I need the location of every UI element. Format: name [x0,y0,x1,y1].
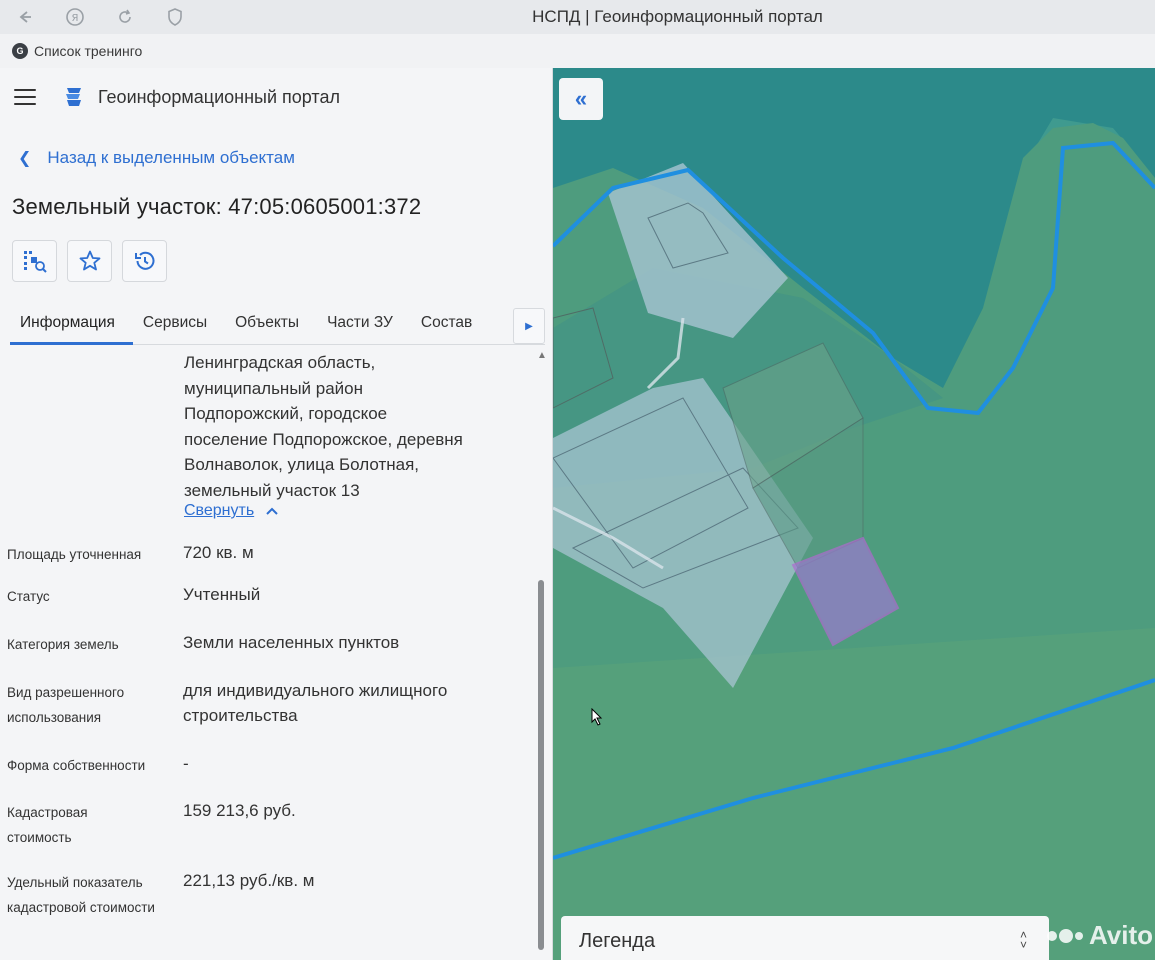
browser-toolbar: Я НСПД | Геоинформационный портал [0,0,1155,34]
tab-objects[interactable]: Объекты [225,308,317,345]
select-on-map-button[interactable] [12,240,57,282]
action-buttons [12,240,167,282]
scroll-up-icon[interactable]: ▲ [537,350,547,361]
address-line: Волнаволок, улица Болотная, [184,455,419,474]
bookmark-item[interactable]: Список тренинго [34,43,142,59]
address-line: земельный участок 13 [184,480,360,500]
status-label: Статус [7,589,50,604]
info-panel: Геоинформационный портал ❮ Назад к выдел… [0,68,553,960]
avito-logo-icon [1047,928,1083,943]
ownership-label: Форма собственности [7,758,146,773]
favorite-button[interactable] [67,240,112,282]
cadastral-value: 159 213,6 руб. [183,801,296,820]
area-value: 720 кв. м [183,543,254,562]
permitted-use-label: Вид разрешенного использования [7,685,125,725]
unit-cost-label: Удельный показатель кадастровой стоимост… [7,875,155,915]
object-title: Земельный участок: 47:05:0605001:372 [12,194,422,219]
portal-logo-icon [66,88,81,106]
address-line: Ленинградская область, [184,353,376,372]
area-label: Площадь уточненная [7,547,142,562]
history-icon [134,251,154,270]
permitted-use-value: для индивидуального жилищного строительс… [183,681,448,725]
app-header: Геоинформационный портал [0,68,552,126]
select-on-map-icon [23,251,47,273]
tabs-scroll-right-icon[interactable]: ▶ [513,308,545,344]
history-button[interactable] [122,240,167,282]
ownership-value: - [183,754,189,773]
info-content: Ленинградская область, муниципальный рай… [0,350,535,960]
scrollbar[interactable]: ▲ [536,350,548,960]
menu-icon[interactable] [14,89,36,105]
address-line: Подпорожский, городское [184,404,388,423]
legend-expand-icon[interactable]: ˄ ˅ [1020,929,1027,951]
tab-composition[interactable]: Состав [411,308,490,345]
address-text: Ленинградская область, муниципальный рай… [184,350,514,503]
tab-parts[interactable]: Части ЗУ [317,308,411,345]
scroll-thumb[interactable] [538,580,544,950]
land-category-value: Земли населенных пунктов [183,633,400,652]
tab-bar: Информация Сервисы Объекты Части ЗУ Сост… [10,308,545,345]
map-view[interactable]: « Легенда ˄ ˅ Avito [553,68,1155,960]
avito-watermark: Avito [1047,920,1153,951]
unit-cost-value: 221,13 руб./кв. м [183,871,315,890]
watermark-text: Avito [1089,920,1154,950]
star-icon [79,250,100,271]
app-title: Геоинформационный портал [98,86,340,107]
status-value: Учтенный [183,585,261,604]
chevron-up-icon [266,507,278,515]
map-canvas[interactable] [553,68,1155,960]
land-category-label: Категория земель [7,637,119,652]
bookmark-favicon-icon: G [12,43,28,59]
bookmarks-bar: G Список тренинго [0,34,1155,68]
mouse-cursor-icon [591,708,603,726]
collapse-link[interactable]: Свернуть [184,502,278,520]
address-line: поселение Подпорожское, деревня [184,429,463,449]
cadastral-value-label: Кадастровая стоимость [7,805,88,845]
tab-info[interactable]: Информация [10,308,133,345]
address-line: муниципальный район [184,378,364,398]
back-link-label: Назад к выделенным объектам [47,148,295,167]
legend-label: Легенда [579,929,656,952]
back-to-selection-link[interactable]: ❮ Назад к выделенным объектам [18,148,295,168]
chevron-left-icon: ❮ [18,150,32,167]
tab-services[interactable]: Сервисы [133,308,225,345]
collapse-panel-button[interactable]: « [559,78,603,120]
collapse-label: Свернуть [184,502,255,519]
browser-title: НСПД | Геоинформационный портал [532,7,823,26]
legend-panel[interactable]: Легенда ˄ ˅ [561,916,1049,960]
